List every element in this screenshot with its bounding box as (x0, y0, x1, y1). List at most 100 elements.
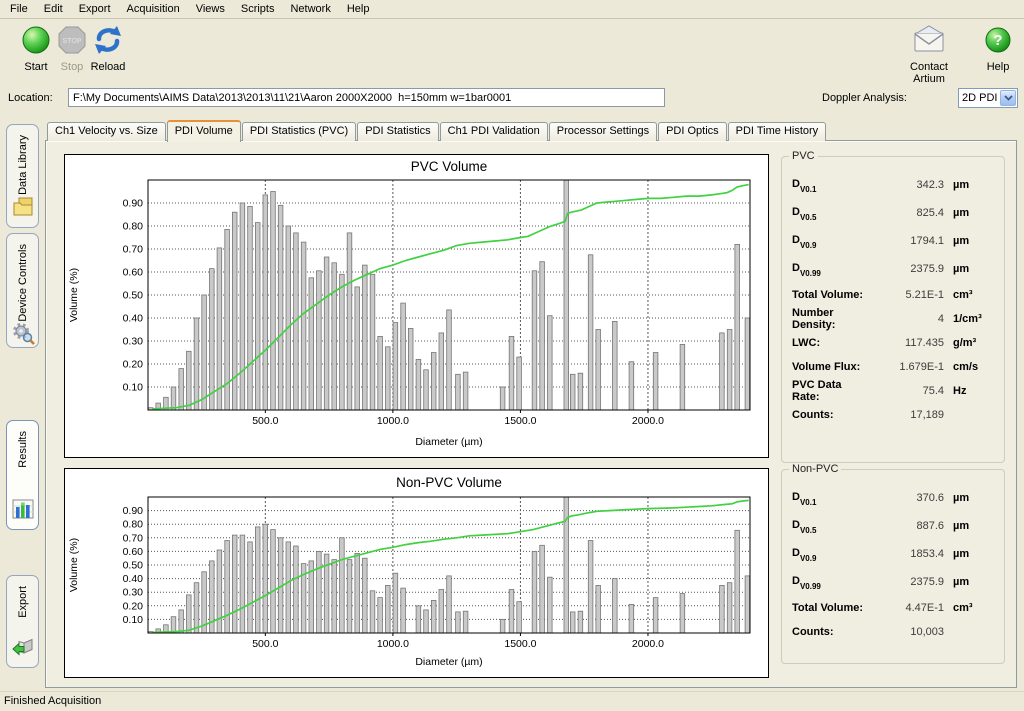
stat-label: Total Volume: (792, 289, 868, 301)
stat-row-dv0-1: DV0.1370.6µm (792, 484, 994, 512)
svg-text:0.50: 0.50 (123, 560, 144, 572)
svg-text:0.30: 0.30 (123, 587, 144, 599)
tab-processor-settings[interactable]: Processor Settings (549, 122, 657, 141)
stat-unit: µm (944, 492, 994, 504)
sidebar-item-device-controls[interactable]: Device Controls (6, 233, 39, 348)
stat-value: 2375.9 (868, 263, 944, 275)
tab-pdi-statistics[interactable]: PDI Statistics (357, 122, 438, 141)
stat-row-dv0-9: DV0.91853.4µm (792, 540, 994, 568)
sidebar-item-label: Export (17, 586, 29, 618)
stat-row-dv0-1: DV0.1342.3µm (792, 171, 994, 199)
stat-value: 1794.1 (868, 235, 944, 247)
stat-row-total-volume: Total Volume:4.47E-1cm³ (792, 596, 994, 620)
stat-unit: µm (944, 548, 994, 560)
location-input[interactable] (68, 88, 665, 107)
status-bar: Finished Acquisition (0, 691, 1024, 711)
stat-label: Counts: (792, 409, 868, 421)
location-label: Location: (8, 92, 53, 104)
stat-value: 370.6 (868, 492, 944, 504)
menu-network[interactable]: Network (282, 1, 338, 17)
sidebar-item-label: Data Library (17, 135, 29, 195)
stat-unit: µm (944, 179, 994, 191)
stat-row-dv0-5: DV0.5825.4µm (792, 199, 994, 227)
menu-scripts[interactable]: Scripts (233, 1, 283, 17)
stat-label: DV0.1 (792, 491, 868, 505)
stat-label: DV0.5 (792, 206, 868, 220)
svg-text:0.80: 0.80 (123, 221, 144, 233)
menu-edit[interactable]: Edit (36, 1, 71, 17)
stat-row-counts: Counts:10,003 (792, 620, 994, 644)
tab-pdi-optics[interactable]: PDI Optics (658, 122, 727, 141)
stat-value: 5.21E-1 (868, 289, 944, 301)
contact-artium-label: Contact Artium (897, 61, 961, 85)
svg-text:0.30: 0.30 (123, 336, 144, 348)
doppler-analysis-select[interactable]: 2D PDI (958, 88, 1018, 108)
help-button[interactable]: ?Help (966, 24, 1024, 73)
stat-value: 17,189 (868, 409, 944, 421)
tab-pdi-statistics-pvc[interactable]: PDI Statistics (PVC) (242, 122, 356, 141)
stat-value: 825.4 (868, 207, 944, 219)
sidebar-item-export[interactable]: Export (6, 575, 39, 668)
svg-text:1000.0: 1000.0 (377, 415, 409, 427)
sidebar-item-label: Device Controls (17, 244, 29, 322)
svg-text:500.0: 500.0 (252, 415, 278, 427)
tab-page-pdi-volume: 0.100.200.300.400.500.600.700.800.90500.… (45, 140, 1017, 688)
export-icon (11, 635, 35, 661)
gears-icon (11, 322, 35, 348)
stat-label: LWC: (792, 337, 868, 349)
stat-value: 117.435 (868, 337, 944, 349)
folders-icon (11, 195, 35, 221)
stat-unit: g/m³ (944, 337, 994, 349)
stat-row-pvc-data-rate: PVC Data Rate:75.4Hz (792, 379, 994, 403)
tab-strip: Ch1 Velocity vs. SizePDI VolumePDI Stati… (47, 119, 827, 141)
sidebar-item-label: Results (17, 431, 29, 468)
menu-views[interactable]: Views (188, 1, 233, 17)
contact-artium-button[interactable]: Contact Artium (897, 24, 961, 85)
menu-file[interactable]: File (2, 1, 36, 17)
chart-title: Non-PVC Volume (396, 475, 502, 490)
svg-text:0.80: 0.80 (123, 519, 144, 531)
stat-row-lwc: LWC:117.435g/m³ (792, 331, 994, 355)
y-axis-label: Volume (%) (68, 538, 80, 592)
reload-label: Reload (76, 61, 140, 73)
stat-unit: µm (944, 520, 994, 532)
svg-text:0.60: 0.60 (123, 267, 144, 279)
stat-label: Counts: (792, 626, 868, 638)
stat-unit: µm (944, 235, 994, 247)
svg-text:?: ? (993, 32, 1002, 49)
sidebar-item-data-library[interactable]: Data Library (6, 124, 39, 228)
svg-text:0.90: 0.90 (123, 505, 144, 517)
chevron-down-icon[interactable] (1000, 90, 1016, 106)
svg-text:1000.0: 1000.0 (377, 638, 409, 650)
tab-ch1-velocity-vs-size[interactable]: Ch1 Velocity vs. Size (47, 122, 166, 141)
sidebar-item-results[interactable]: Results (6, 420, 39, 530)
stat-row-total-volume: Total Volume:5.21E-1cm³ (792, 283, 994, 307)
tab-pdi-time-history[interactable]: PDI Time History (728, 122, 827, 141)
doppler-analysis-label: Doppler Analysis: (822, 92, 907, 104)
tab-pdi-volume[interactable]: PDI Volume (167, 120, 241, 142)
menu-help[interactable]: Help (339, 1, 378, 17)
stat-label: Volume Flux: (792, 361, 868, 373)
svg-text:0.40: 0.40 (123, 573, 144, 585)
stat-row-dv0-5: DV0.5887.6µm (792, 512, 994, 540)
svg-text:0.10: 0.10 (123, 382, 144, 394)
menu-export[interactable]: Export (71, 1, 119, 17)
stat-unit: Hz (944, 385, 994, 397)
envelope-icon (897, 24, 961, 58)
svg-text:0.20: 0.20 (123, 359, 144, 371)
y-axis-label: Volume (%) (68, 268, 80, 322)
tab-ch1-pdi-validation[interactable]: Ch1 PDI Validation (440, 122, 548, 141)
help-icon: ? (966, 24, 1024, 58)
stat-value: 1853.4 (868, 548, 944, 560)
stat-value: 4.47E-1 (868, 602, 944, 614)
reload-button[interactable]: Reload (76, 24, 140, 73)
stat-label: DV0.1 (792, 178, 868, 192)
reload-icon (76, 24, 140, 58)
menu-bar: FileEditExportAcquisitionViewsScriptsNet… (0, 0, 1024, 19)
stat-label: DV0.5 (792, 519, 868, 533)
menu-acquisition[interactable]: Acquisition (119, 1, 188, 17)
x-axis-label: Diameter (µm) (415, 656, 482, 668)
x-axis-label: Diameter (µm) (415, 436, 482, 448)
stat-value: 2375.9 (868, 576, 944, 588)
svg-text:1500.0: 1500.0 (504, 638, 536, 650)
